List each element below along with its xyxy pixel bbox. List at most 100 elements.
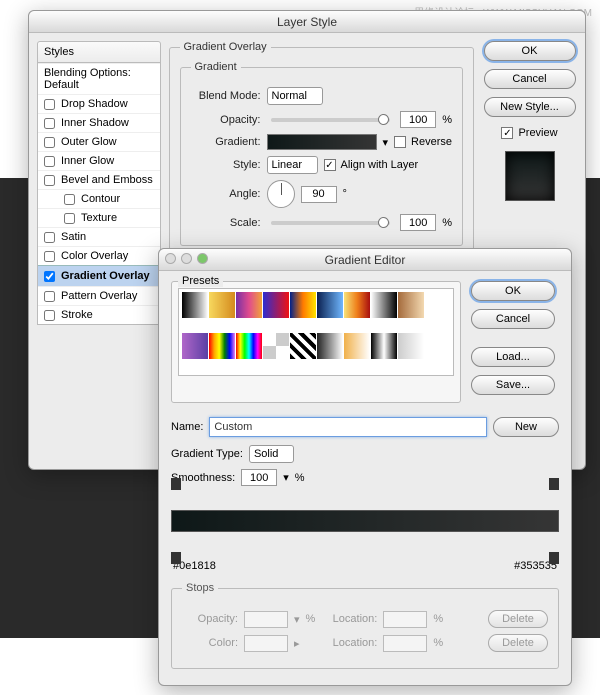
effect-gradient-overlay[interactable]: Gradient Overlay: [38, 265, 160, 286]
scale-percent: %: [442, 217, 452, 229]
preset-swatch-14[interactable]: [317, 333, 343, 359]
preview-label: Preview: [518, 127, 557, 139]
effect-color-overlay[interactable]: Color Overlay: [38, 246, 160, 265]
close-dot-icon[interactable]: [165, 253, 176, 264]
effect-outer-glow[interactable]: Outer Glow: [38, 132, 160, 151]
gradient-dropdown-icon[interactable]: ▾: [383, 136, 389, 149]
opacity-stop-right[interactable]: [549, 478, 559, 490]
preset-swatch-0[interactable]: [182, 292, 208, 318]
preset-swatch-15[interactable]: [344, 333, 370, 359]
bevel-checkbox[interactable]: [44, 175, 55, 186]
gradient-type-select[interactable]: Solid: [249, 445, 294, 463]
stop-col-location-percent: %: [433, 637, 443, 649]
inner-glow-checkbox[interactable]: [44, 156, 55, 167]
effect-bevel[interactable]: Bevel and Emboss: [38, 170, 160, 189]
angle-dial[interactable]: [267, 180, 295, 208]
opacity-input[interactable]: [400, 111, 436, 128]
effect-satin[interactable]: Satin: [38, 227, 160, 246]
preset-swatch-12[interactable]: [263, 333, 289, 359]
pattern-overlay-label: Pattern Overlay: [61, 290, 137, 302]
zoom-dot-icon[interactable]: [197, 253, 208, 264]
smoothness-dropdown-icon[interactable]: ▾: [283, 471, 289, 484]
preset-swatch-5[interactable]: [317, 292, 343, 318]
effect-texture[interactable]: Texture: [38, 208, 160, 227]
ge-load-button[interactable]: Load...: [471, 347, 555, 367]
preset-swatch-2[interactable]: [236, 292, 262, 318]
preview-checkbox[interactable]: ✓: [501, 127, 513, 139]
stop-col-location-input[interactable]: [383, 635, 427, 652]
opacity-stop-left[interactable]: [171, 478, 181, 490]
gradient-overlay-checkbox[interactable]: [44, 271, 55, 282]
opacity-slider[interactable]: [271, 118, 391, 122]
color-overlay-checkbox[interactable]: [44, 251, 55, 262]
panel-title: Gradient Overlay: [180, 41, 271, 53]
ge-cancel-button[interactable]: Cancel: [471, 309, 555, 329]
reverse-checkbox[interactable]: [394, 136, 406, 148]
stop-color-dropdown-icon[interactable]: ▸: [294, 637, 300, 650]
blending-options-row[interactable]: Blending Options: Default: [38, 63, 160, 94]
preset-swatch-17[interactable]: [398, 333, 424, 359]
delete-opacity-stop-button[interactable]: Delete: [488, 610, 548, 628]
name-input[interactable]: [209, 417, 487, 437]
stop-color-input[interactable]: [244, 635, 288, 652]
satin-checkbox[interactable]: [44, 232, 55, 243]
inner-shadow-checkbox[interactable]: [44, 118, 55, 129]
effect-inner-shadow[interactable]: Inner Shadow: [38, 113, 160, 132]
effect-inner-glow[interactable]: Inner Glow: [38, 151, 160, 170]
gradient-bar[interactable]: [171, 510, 559, 532]
delete-color-stop-button[interactable]: Delete: [488, 634, 548, 652]
stop-op-location-percent: %: [433, 613, 443, 625]
preset-swatch-11[interactable]: [236, 333, 262, 359]
outer-glow-label: Outer Glow: [61, 136, 117, 148]
texture-label: Texture: [81, 212, 117, 224]
angle-input[interactable]: [301, 186, 337, 203]
contour-checkbox[interactable]: [64, 194, 75, 205]
preset-swatch-6[interactable]: [344, 292, 370, 318]
drop-shadow-label: Drop Shadow: [61, 98, 128, 110]
style-select[interactable]: Linear: [267, 156, 318, 174]
styles-header[interactable]: Styles: [37, 41, 161, 63]
preset-swatch-4[interactable]: [290, 292, 316, 318]
color-stop-left[interactable]: [171, 552, 181, 564]
stroke-checkbox[interactable]: [44, 310, 55, 321]
ge-save-button[interactable]: Save...: [471, 375, 555, 395]
preset-swatch-8[interactable]: [398, 292, 424, 318]
preset-swatch-9[interactable]: [182, 333, 208, 359]
minimize-dot-icon[interactable]: [181, 253, 192, 264]
name-label: Name:: [171, 421, 203, 433]
new-style-button[interactable]: New Style...: [484, 97, 576, 117]
scale-input[interactable]: [400, 214, 436, 231]
cancel-button[interactable]: Cancel: [484, 69, 576, 89]
effect-drop-shadow[interactable]: Drop Shadow: [38, 94, 160, 113]
stop-op-location-input[interactable]: [383, 611, 427, 628]
stop-opacity-dropdown-icon[interactable]: ▾: [294, 613, 300, 626]
stop-opacity-input[interactable]: [244, 611, 288, 628]
blend-mode-label: Blend Mode:: [191, 90, 261, 102]
angle-degree: °: [343, 188, 347, 200]
outer-glow-checkbox[interactable]: [44, 137, 55, 148]
preset-swatch-3[interactable]: [263, 292, 289, 318]
blend-mode-select[interactable]: Normal: [267, 87, 323, 105]
preset-swatch-1[interactable]: [209, 292, 235, 318]
smoothness-input[interactable]: [241, 469, 277, 486]
pattern-overlay-checkbox[interactable]: [44, 291, 55, 302]
preset-swatch-10[interactable]: [209, 333, 235, 359]
opacity-label: Opacity:: [191, 114, 261, 126]
effect-contour[interactable]: Contour: [38, 189, 160, 208]
ge-ok-button[interactable]: OK: [471, 281, 555, 301]
texture-checkbox[interactable]: [64, 213, 75, 224]
effect-stroke[interactable]: Stroke: [38, 305, 160, 324]
preset-swatch-16[interactable]: [371, 333, 397, 359]
preset-swatch-7[interactable]: [371, 292, 397, 318]
ge-new-button[interactable]: New: [493, 417, 559, 437]
preset-swatch-13[interactable]: [290, 333, 316, 359]
styles-sidebar: Styles Blending Options: Default Drop Sh…: [37, 41, 161, 325]
gradient-swatch[interactable]: [267, 134, 377, 150]
ok-button[interactable]: OK: [484, 41, 576, 61]
stop-col-location-label: Location:: [321, 637, 377, 649]
effect-pattern-overlay[interactable]: Pattern Overlay: [38, 286, 160, 305]
drop-shadow-checkbox[interactable]: [44, 99, 55, 110]
color-stop-right[interactable]: [549, 552, 559, 564]
align-checkbox[interactable]: ✓: [324, 159, 336, 171]
scale-slider[interactable]: [271, 221, 391, 225]
